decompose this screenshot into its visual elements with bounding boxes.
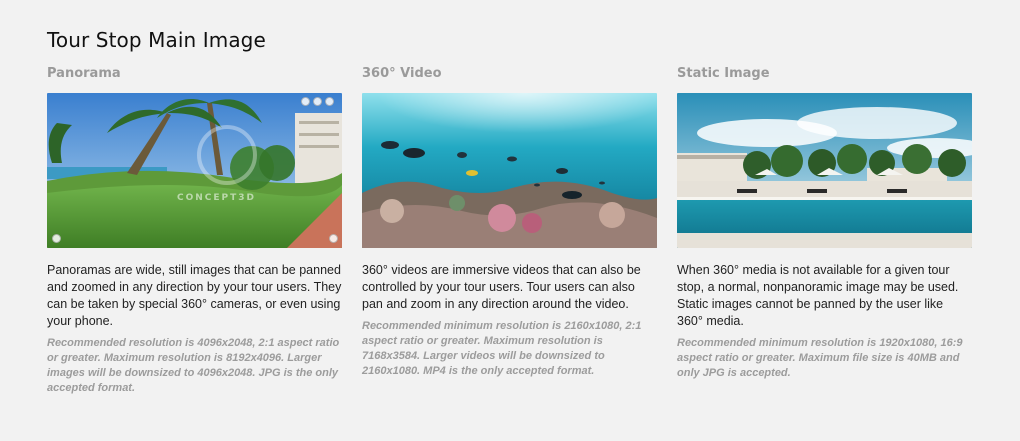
panorama-title: Panorama (47, 66, 121, 81)
panorama-control-icon (52, 234, 61, 243)
panorama-control-icon (301, 97, 310, 106)
panorama-column: Panorama CONCEPT3D Panoramas are wide, s… (47, 66, 342, 396)
panorama-watermark: CONCEPT3D (177, 193, 257, 203)
panorama-description: Panoramas are wide, still images that ca… (47, 263, 342, 328)
panorama-control-icon (313, 97, 322, 106)
tour-stop-main-image-section: Tour Stop Main Image Panorama CONCEPT3D … (0, 0, 1020, 396)
video-360-description: 360° videos are immersive videos that ca… (362, 263, 641, 311)
video-360-column: 360° Video 360° videos are immersive vid… (362, 66, 657, 396)
static-image-resolution-note: Recommended minimum resolution is 1920x1… (677, 337, 963, 379)
panorama-control-icon (325, 97, 334, 106)
media-type-columns: Panorama CONCEPT3D Panoramas are wide, s… (47, 66, 1020, 396)
static-image-column: Static Image When 360° media is not avai… (677, 66, 972, 396)
video-360-title: 360° Video (362, 66, 442, 81)
static-image-example-image (677, 93, 972, 248)
static-image-description: When 360° media is not available for a g… (677, 263, 959, 328)
video-360-example-image (362, 93, 657, 248)
page-title: Tour Stop Main Image (47, 28, 266, 52)
video-360-resolution-note: Recommended minimum resolution is 2160x1… (362, 320, 642, 377)
panorama-example-image: CONCEPT3D (47, 93, 342, 248)
panorama-control-icon (329, 234, 338, 243)
static-image-title: Static Image (677, 66, 770, 81)
panorama-resolution-note: Recommended resolution is 4096x2048, 2:1… (47, 337, 340, 394)
